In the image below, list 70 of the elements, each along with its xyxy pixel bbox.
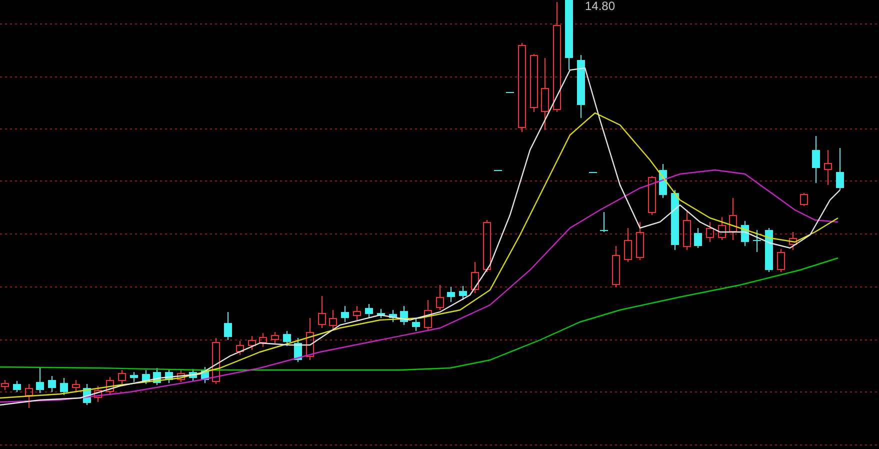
candlestick xyxy=(306,318,314,360)
candlestick xyxy=(800,192,808,206)
candlestick xyxy=(106,376,114,396)
candlestick xyxy=(329,310,337,330)
candlestick xyxy=(142,370,150,384)
candlestick xyxy=(729,198,737,240)
candlestick xyxy=(83,384,91,406)
candlestick xyxy=(236,340,244,356)
candlestick xyxy=(72,380,80,392)
candlestick xyxy=(377,308,385,318)
candlestick xyxy=(248,336,256,350)
candlestick xyxy=(365,304,373,318)
candlestick xyxy=(671,190,679,250)
candlestick xyxy=(836,148,844,190)
candlestick xyxy=(648,176,656,216)
candlestick xyxy=(165,368,173,384)
candlestick xyxy=(1,380,9,390)
candlestick xyxy=(153,368,161,386)
candlestick xyxy=(659,164,667,198)
candlestick xyxy=(718,216,726,240)
candlestick xyxy=(212,338,220,384)
candlestick xyxy=(224,312,232,340)
candlestick xyxy=(824,150,832,186)
candlestick xyxy=(577,54,585,118)
candlestick xyxy=(483,220,491,272)
candlestick xyxy=(706,222,714,242)
candlestick xyxy=(271,332,279,344)
candlestick xyxy=(494,170,502,172)
candlestick xyxy=(565,0,573,70)
candlestick xyxy=(424,300,432,330)
candlestick xyxy=(130,372,138,382)
candlestick xyxy=(624,228,632,262)
candlestick xyxy=(389,310,397,322)
candlestick xyxy=(636,222,644,260)
candlestick xyxy=(741,220,749,246)
candlestick xyxy=(177,370,185,382)
candlestick xyxy=(259,332,267,348)
candlestick xyxy=(48,376,56,392)
candlestick xyxy=(471,262,479,294)
candlestick xyxy=(412,318,420,332)
candlestick xyxy=(318,296,326,328)
candlestick xyxy=(189,368,197,382)
candlestick xyxy=(25,384,33,408)
candlestick xyxy=(753,230,761,252)
candlestick xyxy=(459,286,467,300)
price-label: 14.80 xyxy=(585,0,616,12)
candlestick xyxy=(118,370,126,384)
candlestick xyxy=(765,228,773,272)
candlestick xyxy=(683,210,691,250)
candlestick xyxy=(400,306,408,326)
candlestick xyxy=(353,306,361,320)
candlestick xyxy=(447,286,455,302)
candlestick xyxy=(36,368,44,394)
candlestick xyxy=(789,232,797,250)
candlestick xyxy=(506,92,514,94)
candlestick xyxy=(294,338,302,362)
candlestick xyxy=(600,212,608,232)
candlestick xyxy=(812,136,820,184)
candlestick xyxy=(612,246,620,288)
candlestick xyxy=(589,172,597,174)
candlestick xyxy=(201,366,209,384)
candlestick xyxy=(436,284,444,310)
candlestick xyxy=(341,306,349,322)
candlestick xyxy=(694,228,702,248)
candlestick xyxy=(530,54,538,112)
candlestick xyxy=(283,330,291,346)
candlestick xyxy=(13,380,21,392)
candlestick xyxy=(94,386,102,402)
candlestick xyxy=(777,248,785,272)
candlestick xyxy=(60,378,68,396)
